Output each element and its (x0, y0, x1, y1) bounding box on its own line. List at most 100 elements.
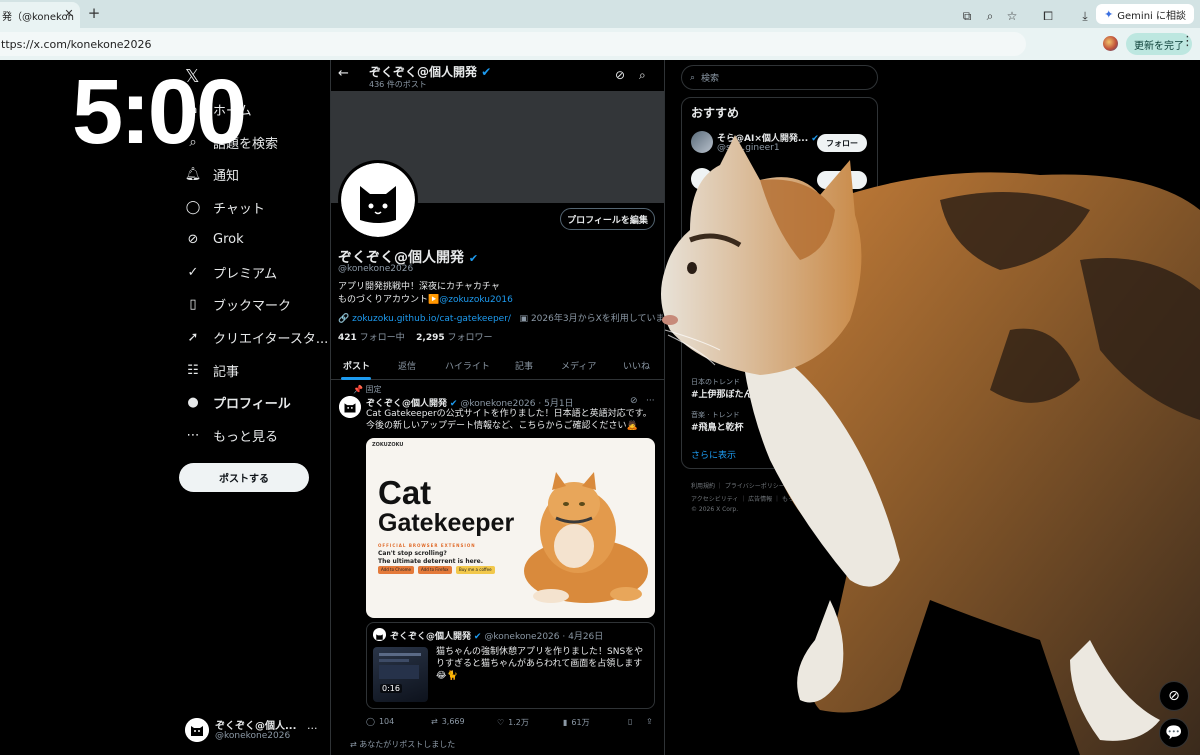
search-input[interactable]: ⌕ 検索 (681, 65, 878, 90)
tab-close-icon[interactable]: ✕ (62, 2, 76, 24)
calendar-icon: ▣ (519, 314, 529, 324)
account-switcher[interactable]: ぞくぞく@個人... @konekone2026 ··· (185, 716, 320, 746)
nav-item-rocket[interactable]: ➚ クリエイタースタ... (185, 324, 329, 350)
chat-fab-icon[interactable]: 💬 (1159, 718, 1189, 748)
header-profile-name: ぞくぞく@個人開発 ✔ (369, 65, 492, 79)
profile-tab[interactable]: ハイライト (445, 359, 490, 372)
follow-button[interactable]: フォロー (817, 134, 867, 152)
quoted-avatar (373, 628, 386, 641)
card-nav-brand: ZOKUZOKU (372, 442, 404, 448)
reply-count: 104 (378, 717, 395, 726)
joined-date: 2026年3月からXを利用しています (530, 314, 674, 324)
profile-tab[interactable]: ポスト (343, 359, 370, 372)
card-tagline: Can't stop scrolling? The ultimate deterr… (378, 550, 483, 565)
follow-button[interactable] (817, 171, 867, 189)
following-link[interactable]: 421 フォロー中 (338, 333, 405, 343)
card-title: Cat Gatekeeper (378, 474, 515, 537)
rocket-icon: ➚ (187, 329, 199, 345)
recommended-user-handle: @so…gineer1 (717, 143, 780, 153)
profile-tab[interactable]: 記事 (515, 359, 533, 372)
profile-avatar[interactable] (338, 160, 418, 240)
browser-tab-bar: 発（@konekon ✕ + ✦ Gemini に相談 (0, 0, 1200, 28)
nav-item-bookmark[interactable]: ▯ ブックマーク (185, 291, 291, 317)
profile-website-link[interactable]: zokuzoku.github.io/cat-gatekeeper/ (352, 314, 511, 324)
copyright: © 2026 X Corp. (691, 506, 739, 513)
grok-icon[interactable]: ⊘ (615, 68, 625, 82)
verified-badge-icon: ✔ (468, 252, 479, 265)
gemini-button[interactable]: ✦ Gemini に相談 (1096, 4, 1194, 24)
bookmark-button[interactable]: ▯ (628, 717, 632, 726)
trend-category: 日本のトレンド (691, 378, 740, 386)
nav-item-label: プレミアム (213, 266, 278, 282)
edit-profile-button[interactable]: プロフィールを編集 (560, 208, 655, 230)
like-button[interactable]: ♡ 1.2万 (497, 717, 529, 728)
profile-tab[interactable]: いいね (623, 359, 650, 372)
footer-links[interactable]: アクセシビリティ ｜ 広告情報 ｜ もっと見る ··· (691, 494, 820, 503)
trend-name[interactable]: #飛鳥と乾杯 (691, 420, 744, 433)
pinned-label: 📌 固定 (353, 385, 382, 394)
bookmark-icon: ▯ (628, 717, 633, 726)
nav-item-more[interactable]: ⋯ もっと見る (185, 422, 279, 448)
search-icon[interactable]: ⌕ (639, 68, 646, 83)
recommended-user-avatar[interactable] (691, 131, 713, 153)
account-more-icon[interactable]: ··· (307, 722, 318, 735)
nav-item-label: ブックマーク (213, 298, 292, 314)
more-icon[interactable]: ··· (646, 396, 655, 406)
follow-stats: 421 フォロー中 2,295 フォロワー (338, 330, 493, 343)
grok-fab-icon[interactable]: ⊘ (1159, 681, 1189, 711)
recommend-title: おすすめ (691, 106, 740, 120)
share-button[interactable]: ⇪ (646, 717, 653, 726)
back-arrow-icon[interactable]: ← (338, 66, 349, 81)
grok-icon[interactable]: ⊘ (630, 396, 638, 406)
address-bar[interactable]: ttps://x.com/konekone2026 (0, 32, 1026, 56)
quoted-header: ぞくぞく@個人開発 ✔ @konekone2026 · 4月26日 (390, 632, 604, 642)
recommended-user-avatar[interactable] (691, 168, 713, 190)
followers-link[interactable]: 2,295 フォロワー (416, 333, 492, 343)
chat-icon: ◯ (185, 199, 201, 215)
bookmark-icon: ▯ (189, 296, 197, 312)
article-icon: ☷ (187, 362, 199, 378)
browser-profile-avatar[interactable] (1103, 36, 1118, 51)
quoted-video-thumbnail[interactable] (373, 647, 428, 702)
nav-item-label: 記事 (213, 364, 240, 380)
nav-item-person[interactable]: ● プロフィール (185, 389, 291, 415)
footer-links[interactable]: 利用規約 ｜ プライバシーポリシー ｜ Cookieのポリ (691, 481, 833, 490)
tweet-avatar[interactable] (339, 396, 361, 418)
nav-item-premium[interactable]: ✓ プレミアム (185, 259, 278, 285)
search-placeholder: 検索 (701, 74, 720, 84)
share-icon: ⇪ (646, 717, 653, 726)
profile-tab[interactable]: 返信 (398, 359, 416, 372)
nav-item-label: プロフィール (213, 396, 291, 412)
bio-mention-link[interactable]: @zokuzoku2016 (439, 295, 513, 305)
profile-handle: @konekone2026 (338, 264, 414, 274)
new-tab-button[interactable]: + (86, 3, 102, 23)
gemini-label: Gemini に相談 (1117, 10, 1186, 22)
nav-item-label: クリエイタースタ... (213, 331, 329, 347)
download-icon[interactable]: ⤓ (1078, 9, 1092, 23)
post-button[interactable]: ポストする (179, 463, 309, 492)
views-button[interactable]: ▮ 61万 (563, 717, 590, 728)
zoom-icon[interactable]: ⌕ (983, 9, 997, 23)
extensions-icon[interactable]: ⧠ (1041, 9, 1055, 23)
nav-item-bell[interactable]: 🔔︎ 通知 (185, 161, 239, 187)
repost-button[interactable]: ⇄ 3,669 (431, 717, 465, 726)
more-icon: ⋯ (186, 427, 200, 443)
nav-item-chat[interactable]: ◯ チャット (185, 194, 265, 220)
install-app-icon[interactable]: ⧉ (960, 9, 974, 23)
reply-button[interactable]: ◯ 104 (366, 717, 394, 726)
tweet-image-card[interactable]: ZOKUZOKU Cat Gatekeeper OFFICIAL BROWSER … (366, 438, 655, 618)
verified-badge-icon: ✔ (473, 632, 482, 642)
show-more-link[interactable]: さらに表示 (691, 448, 736, 461)
black-cat-icon (339, 396, 361, 418)
bookmark-star-icon[interactable]: ☆ (1005, 9, 1019, 23)
profile-tab[interactable]: メディア (561, 359, 596, 372)
url-text: ttps://x.com/konekone2026 (1, 37, 152, 51)
chart-icon: ▮ (563, 718, 568, 727)
nav-item-article[interactable]: ☷ 記事 (185, 357, 239, 383)
browser-menu-icon[interactable]: ⋮ (1181, 34, 1194, 49)
black-cat-icon (185, 718, 209, 742)
black-cat-icon (360, 186, 396, 223)
nav-item-grok[interactable]: ⊘ Grok (185, 226, 244, 252)
trend-name[interactable]: #上伊那ぼたん (691, 387, 753, 400)
premium-icon: ✓ (187, 264, 199, 280)
